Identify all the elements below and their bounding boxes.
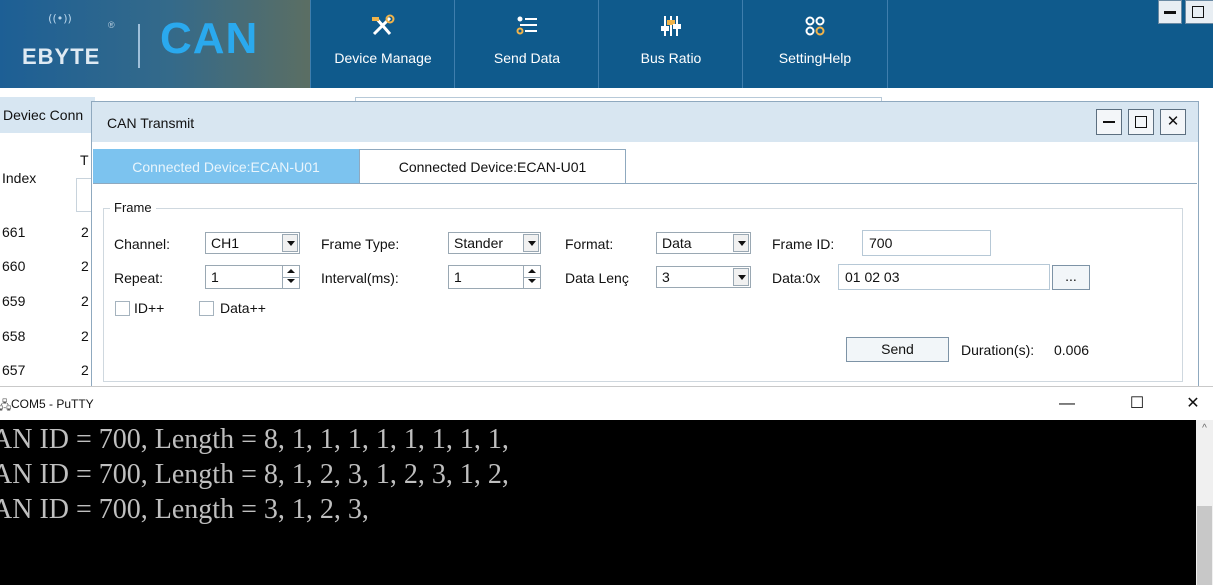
chevron-down-icon [523, 234, 539, 252]
dialog-close-button[interactable]: ✕ [1160, 109, 1186, 135]
app-maximize-button[interactable] [1185, 0, 1213, 24]
nav-setting-help[interactable]: SettingHelp [742, 0, 888, 88]
app-logo: ((•)) ® EBYTE CAN [0, 0, 310, 88]
app-toolbar: ((•)) ® EBYTE CAN Device Manage Send Dat… [0, 0, 1213, 88]
putty-app-icon: 🖧 [0, 398, 12, 412]
scroll-up-icon[interactable]: ^ [1196, 420, 1213, 438]
data-increment-checkbox[interactable] [199, 301, 214, 316]
nav-bus-ratio[interactable]: Bus Ratio [598, 0, 743, 88]
frame-id-input[interactable]: 700 [862, 230, 991, 256]
logo-brand: EBYTE [22, 44, 101, 69]
putty-titlebar[interactable]: 🖧 COM5 - PuTTY — ☐ ✕ [0, 386, 1213, 421]
minimize-icon [1164, 11, 1176, 14]
table-row[interactable]: 658 2 [0, 328, 95, 348]
browse-data-button[interactable]: ... [1052, 265, 1090, 290]
stepper-down-icon[interactable] [524, 277, 540, 288]
send-button[interactable]: Send [846, 337, 949, 362]
maximize-icon [1192, 6, 1204, 18]
close-icon: ✕ [1186, 395, 1200, 412]
logo-product: CAN [160, 14, 259, 63]
channel-select[interactable]: CH1 [205, 232, 300, 254]
grid-icon [805, 16, 825, 36]
channel-label: Channel: [114, 236, 171, 252]
column-header-t: T [80, 152, 89, 168]
terminal-line: AN ID = 700, Length = 8, 1, 1, 1, 1, 1, … [0, 424, 509, 455]
scroll-thumb[interactable] [1197, 506, 1212, 585]
minimize-icon: — [1059, 395, 1075, 412]
duration-value: 0.006 [1054, 342, 1090, 358]
nav-label: Device Manage [334, 50, 432, 66]
column-header-index: Index [2, 170, 37, 186]
nav-device-manage[interactable]: Device Manage [310, 0, 455, 88]
putty-window: 🖧 COM5 - PuTTY — ☐ ✕ AN ID = 700, Length… [0, 386, 1213, 585]
table-row[interactable]: 657 2 [0, 362, 95, 382]
terminal-scrollbar[interactable]: ^ [1196, 420, 1213, 585]
id-increment-label: ID++ [134, 300, 165, 316]
repeat-stepper[interactable]: 1 [205, 265, 300, 289]
stepper-down-icon[interactable] [283, 277, 299, 288]
chevron-down-icon [282, 234, 298, 252]
sliders-icon [661, 16, 681, 36]
terminal-output[interactable]: AN ID = 700, Length = 8, 1, 1, 1, 1, 1, … [0, 420, 1196, 585]
connection-label: Deviec Conn [3, 107, 84, 123]
maximize-icon: ☐ [1129, 395, 1145, 412]
interval-stepper[interactable]: 1 [448, 265, 541, 289]
registered-mark: ® [108, 20, 115, 30]
frame-id-label: Frame ID: [772, 236, 835, 252]
tab-device-1[interactable]: Connected Device:ECAN-U01 [93, 149, 359, 183]
frame-type-select[interactable]: Stander [448, 232, 541, 254]
frame-group-label: Frame [110, 200, 156, 215]
table-row[interactable]: 661 2 [0, 224, 95, 244]
table-row[interactable]: 659 2 [0, 293, 95, 313]
putty-minimize-button[interactable]: — [1047, 391, 1087, 417]
can-transmit-dialog: CAN Transmit ✕ Connected Device:ECAN-U01… [91, 101, 1199, 390]
dialog-maximize-button[interactable] [1128, 109, 1154, 135]
nav-label: SettingHelp [778, 50, 852, 66]
id-increment-checkbox[interactable] [115, 301, 130, 316]
dialog-titlebar[interactable]: CAN Transmit ✕ [92, 102, 1198, 142]
close-icon: ✕ [1166, 113, 1180, 130]
tab-device-2[interactable]: Connected Device:ECAN-U01 [359, 149, 626, 183]
data-label: Data:0x [772, 270, 821, 286]
putty-maximize-button[interactable]: ☐ [1117, 391, 1157, 417]
format-label: Format: [565, 236, 614, 252]
putty-title: COM5 - PuTTY [11, 397, 94, 411]
putty-close-button[interactable]: ✕ [1173, 391, 1213, 417]
terminal-line: AN ID = 700, Length = 8, 1, 2, 3, 1, 2, … [0, 459, 509, 490]
format-select[interactable]: Data [656, 232, 751, 254]
duration-label: Duration(s): [961, 342, 1035, 358]
interval-label: Interval(ms): [321, 270, 399, 286]
dialog-title: CAN Transmit [107, 115, 195, 131]
table-row[interactable]: 660 2 [0, 258, 95, 278]
chevron-down-icon [733, 234, 749, 252]
list-icon [516, 16, 537, 35]
terminal-line: AN ID = 700, Length = 3, 1, 2, 3, [0, 494, 369, 525]
chevron-down-icon [733, 268, 749, 286]
tab-divider [93, 183, 1197, 184]
nav-send-data[interactable]: Send Data [454, 0, 599, 88]
data-length-select[interactable]: 3 [656, 266, 751, 288]
wireless-icon: ((•)) [48, 12, 72, 25]
data-input[interactable]: 01 02 03 [838, 264, 1050, 290]
nav-label: Bus Ratio [640, 50, 702, 66]
dialog-minimize-button[interactable] [1096, 109, 1122, 135]
tools-icon [372, 14, 395, 36]
nav-label: Send Data [493, 50, 561, 66]
repeat-label: Repeat: [114, 270, 164, 286]
data-increment-label: Data++ [220, 300, 266, 316]
app-minimize-button[interactable] [1158, 0, 1182, 24]
logo-divider [138, 24, 140, 68]
frame-type-label: Frame Type: [321, 236, 400, 252]
data-length-label: Data Lenç [565, 270, 629, 286]
